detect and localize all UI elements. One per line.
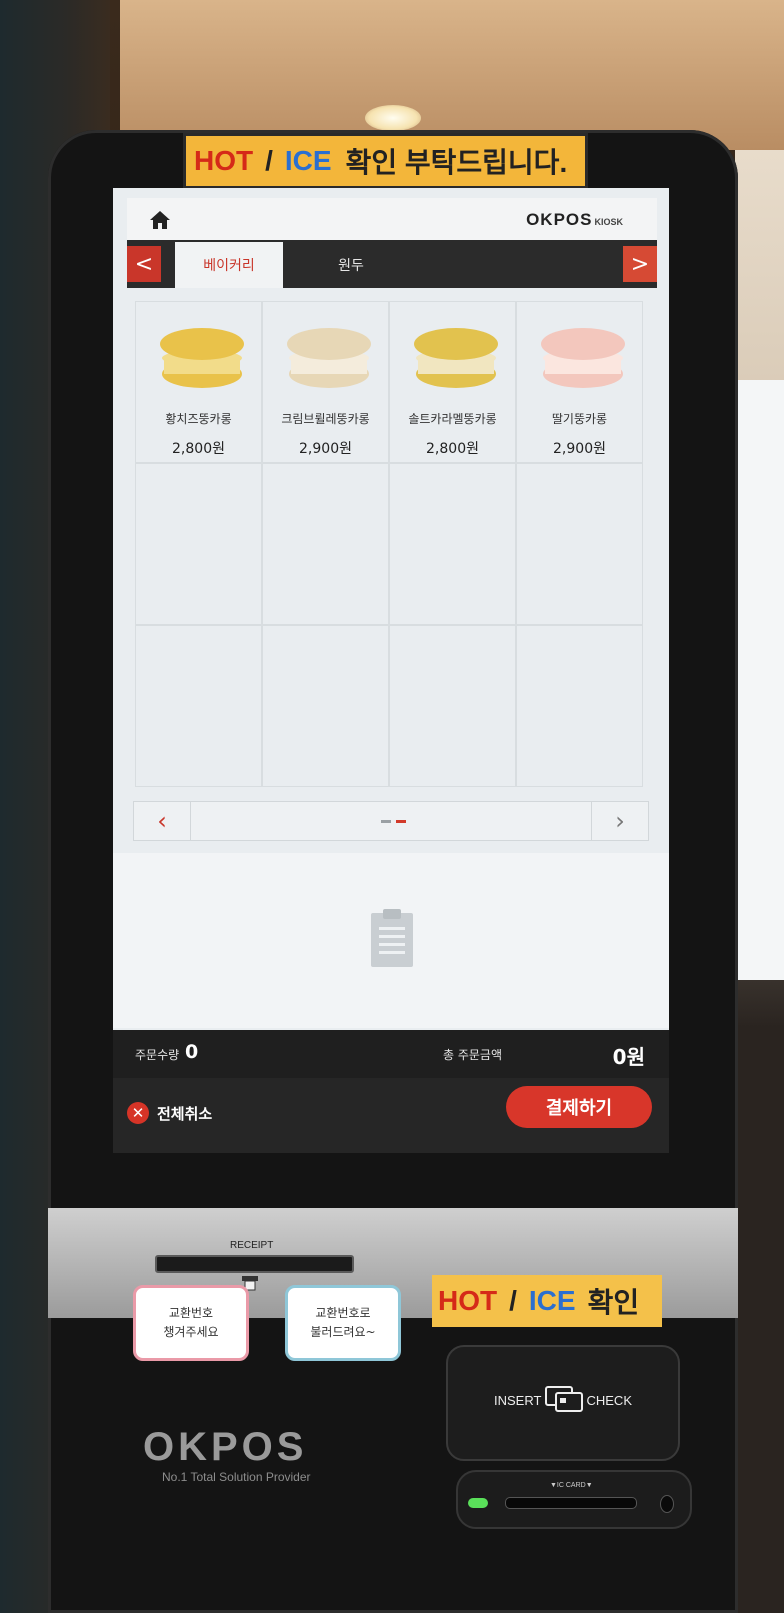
- brand-sub: KIOSK: [594, 217, 623, 227]
- sign-text: 확인 부탁드립니다.: [345, 147, 568, 178]
- page-next-button[interactable]: ›: [591, 802, 648, 840]
- action-bar: ✕ 전체취소 결제하기: [113, 1078, 669, 1153]
- card-check-label: CHECK: [586, 1393, 632, 1408]
- order-total-label: 총 주문금액: [443, 1048, 503, 1062]
- tab-next-button[interactable]: >: [623, 246, 657, 282]
- sign-text: 확인: [587, 1287, 640, 1318]
- cancel-all-label: 전체취소: [157, 1104, 213, 1123]
- okpos-tagline: No.1 Total Solution Provider: [162, 1470, 311, 1484]
- product-name: 솔트카라멜뚱카롱: [408, 412, 497, 426]
- product-price: 2,900원: [299, 441, 352, 457]
- order-qty-value: 0: [185, 1041, 199, 1063]
- brand-name: OKPOS: [526, 210, 593, 229]
- macaron-image: [160, 328, 244, 388]
- card-icon: [545, 1386, 583, 1412]
- ceiling: [120, 0, 784, 150]
- empty-slot: [135, 625, 262, 787]
- sign-hot: HOT: [194, 145, 254, 176]
- clipboard-icon: [371, 909, 413, 967]
- product-name: 황치즈뚱카롱: [165, 412, 232, 426]
- empty-slot: [135, 463, 262, 625]
- sign-ice: ICE: [284, 145, 332, 176]
- sign-slash: /: [509, 1285, 517, 1316]
- order-total-value: 0원: [612, 1045, 645, 1069]
- empty-slot: [389, 625, 516, 787]
- page-dot-active: [396, 820, 406, 823]
- note-line: 교환번호로: [315, 1305, 371, 1320]
- empty-slot: [516, 463, 643, 625]
- sign-hot: HOT: [438, 1285, 498, 1316]
- tab-bakery[interactable]: 베이커리: [175, 242, 283, 288]
- empty-slot: [262, 463, 389, 625]
- order-summary: 주문수량 0 총 주문금액 0원: [113, 1030, 669, 1078]
- product-name: 딸기뚱카롱: [551, 412, 608, 426]
- hot-ice-sign-top: HOT / ICE 확인 부탁드립니다.: [183, 133, 588, 189]
- product-price: 2,900원: [553, 441, 606, 457]
- page-dot: [381, 820, 391, 823]
- close-icon: ✕: [127, 1102, 149, 1124]
- note-line: 불러드려요~: [310, 1325, 376, 1339]
- macaron-image: [414, 328, 498, 388]
- ceiling-light: [365, 105, 421, 131]
- product-price: 2,800원: [172, 441, 225, 457]
- product-name: 크림브륄레뚱카롱: [281, 412, 370, 426]
- note-line: 챙겨주세요: [163, 1325, 219, 1339]
- kiosk-screen: OKPOS KIOSK < 베이커리 원두 > 황치즈뚱카롱 2,800원 크림브륄레…: [113, 188, 669, 1153]
- order-qty-label: 주문수량: [135, 1048, 180, 1062]
- card-reader[interactable]: INSERT CHECK: [446, 1345, 680, 1461]
- product-card[interactable]: 딸기뚱카롱 2,900원: [516, 301, 643, 463]
- screen-header: OKPOS KIOSK: [127, 198, 657, 240]
- sign-slash: /: [265, 145, 273, 176]
- grid-pager: ‹ ›: [133, 801, 649, 841]
- cancel-all-button[interactable]: ✕ 전체취소: [127, 1098, 212, 1128]
- empty-slot: [516, 625, 643, 787]
- okpos-logo: OKPOS: [143, 1425, 308, 1469]
- sign-ice: ICE: [528, 1285, 576, 1316]
- receipt-slot: [155, 1255, 354, 1273]
- pay-button[interactable]: 결제하기: [506, 1086, 652, 1128]
- page-indicator: [381, 820, 411, 823]
- product-price: 2,800원: [426, 441, 479, 457]
- status-led: [468, 1498, 488, 1508]
- brand-logo: OKPOS KIOSK: [526, 210, 623, 230]
- tab-prev-button[interactable]: <: [127, 246, 161, 282]
- product-card[interactable]: 솔트카라멜뚱카롱 2,800원: [389, 301, 516, 463]
- exchange-number-note: 교환번호 챙겨주세요: [133, 1285, 249, 1361]
- card-insert-label: INSERT: [494, 1393, 542, 1408]
- receipt-label: RECEIPT: [230, 1240, 274, 1251]
- cart-area: [113, 853, 669, 1028]
- ic-sensor: [660, 1495, 674, 1513]
- hot-ice-sign-bottom: HOT / ICE 확인: [432, 1275, 662, 1327]
- macaron-image: [541, 328, 625, 388]
- home-icon[interactable]: [149, 210, 171, 230]
- product-card[interactable]: 황치즈뚱카롱 2,800원: [135, 301, 262, 463]
- call-number-note: 교환번호로 불러드려요~: [285, 1285, 401, 1361]
- empty-slot: [262, 625, 389, 787]
- category-tabbar: < 베이커리 원두 >: [127, 240, 657, 288]
- ic-card-slit: [505, 1497, 637, 1509]
- tab-beans[interactable]: 원두: [297, 242, 405, 288]
- product-grid: 황치즈뚱카롱 2,800원 크림브륄레뚱카롱 2,900원 솔트카라멜뚱카롱 2,800원…: [135, 301, 647, 791]
- note-line: 교환번호: [168, 1305, 214, 1320]
- empty-slot: [389, 463, 516, 625]
- product-card[interactable]: 크림브륄레뚱카롱 2,900원: [262, 301, 389, 463]
- macaron-image: [287, 328, 371, 388]
- page-prev-button[interactable]: ‹: [134, 802, 191, 840]
- ic-card-label: ▼IC CARD▼: [550, 1482, 593, 1489]
